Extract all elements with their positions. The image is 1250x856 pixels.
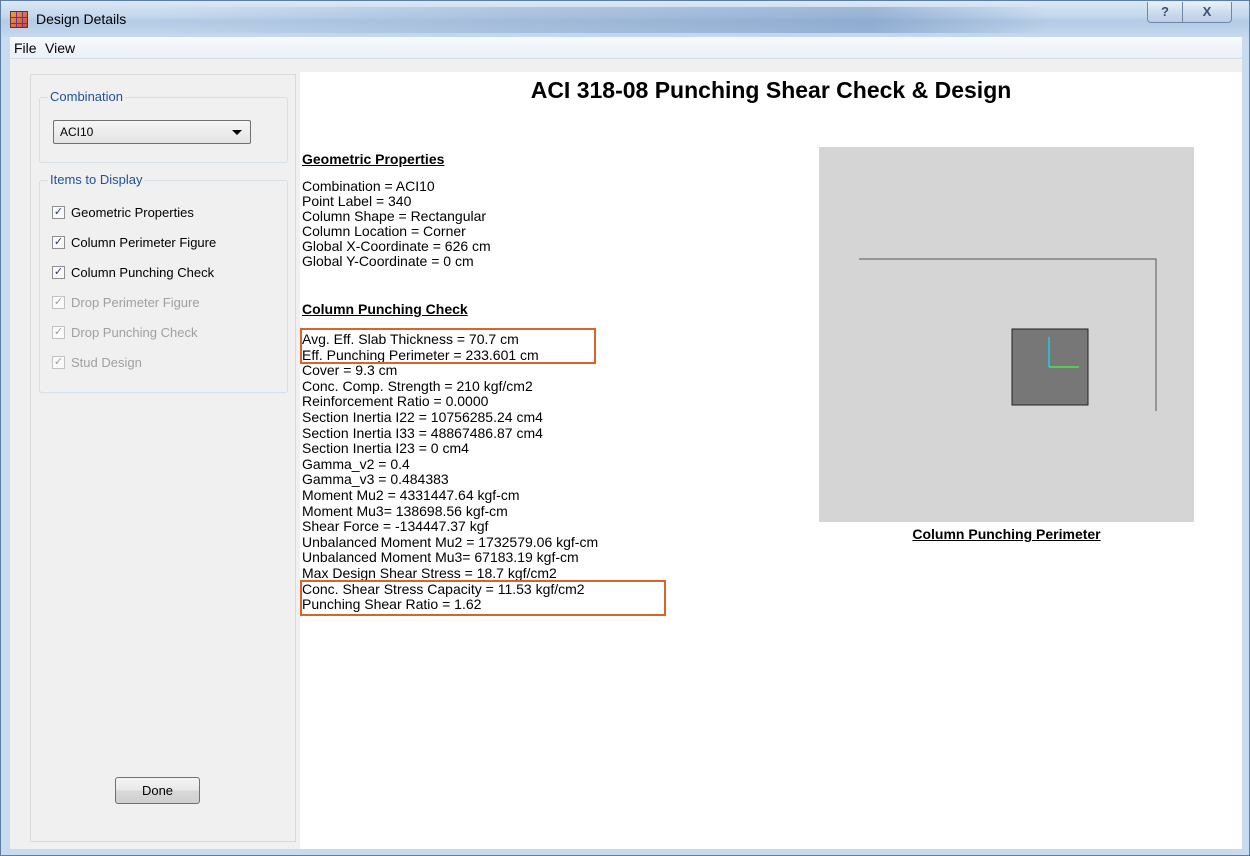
check-icon[interactable]: ✓ bbox=[52, 326, 65, 339]
window-title: Design Details bbox=[36, 11, 127, 27]
column-punching-check-heading: Column Punching Check bbox=[302, 301, 468, 317]
check-icon[interactable]: ✓ bbox=[52, 236, 65, 249]
checkbox-label: Column Perimeter Figure bbox=[71, 235, 217, 250]
geometric-property-line: Global X-Coordinate = 626 cm bbox=[302, 238, 491, 254]
combination-group: Combination ACI10 bbox=[39, 89, 288, 163]
chevron-down-icon bbox=[232, 130, 242, 135]
left-panel: Combination ACI10 Items to Display ✓ Geo… bbox=[30, 74, 296, 842]
geometric-property-line: Column Location = Corner bbox=[302, 223, 466, 239]
punching-check-line: Moment Mu3= 138698.56 kgf-cm bbox=[302, 502, 508, 519]
punching-check-line: Gamma_v3 = 0.484383 bbox=[302, 471, 449, 488]
report-panel: ACI 318-08 Punching Shear Check & Design… bbox=[300, 72, 1242, 849]
punching-check-line: Max Design Shear Stress = 18.7 kgf/cm2 bbox=[302, 565, 557, 581]
punching-check-line: Cover = 9.3 cm bbox=[302, 362, 398, 379]
check-icon[interactable]: ✓ bbox=[52, 266, 65, 279]
punching-check-line: Unbalanced Moment Mu3= 67183.19 kgf-cm bbox=[302, 549, 579, 566]
design-details-window: Design Details ? X File View Combination… bbox=[0, 0, 1250, 856]
menu-file[interactable]: File bbox=[14, 40, 37, 56]
punching-check-line: Moment Mu2 = 4331447.64 kgf-cm bbox=[302, 487, 520, 503]
report-title: ACI 318-08 Punching Shear Check & Design bbox=[530, 77, 1012, 103]
combination-dropdown[interactable]: ACI10 bbox=[53, 120, 251, 144]
checkbox-label: Column Punching Check bbox=[71, 265, 215, 280]
checkbox-label: Drop Perimeter Figure bbox=[71, 295, 200, 310]
help-button[interactable]: ? bbox=[1147, 2, 1183, 23]
check-icon[interactable]: ✓ bbox=[52, 356, 65, 369]
check-icon[interactable]: ✓ bbox=[52, 296, 65, 309]
menu-bar: File View bbox=[10, 37, 1242, 59]
perimeter-drawing bbox=[859, 258, 1157, 411]
combination-group-label: Combination bbox=[48, 89, 125, 104]
combination-value: ACI10 bbox=[60, 125, 94, 139]
highlight-box-thickness-perimeter bbox=[300, 328, 596, 364]
checkbox-label: Geometric Properties bbox=[71, 205, 194, 220]
checkbox-label: Drop Punching Check bbox=[71, 325, 198, 340]
punching-check-line: Section Inertia I22 = 10756285.24 cm4 bbox=[302, 409, 543, 425]
punching-check-line: Gamma_v2 = 0.4 bbox=[302, 455, 410, 472]
check-icon[interactable]: ✓ bbox=[52, 206, 65, 219]
punching-check-line: Section Inertia I33 = 48867486.87 cm4 bbox=[302, 424, 543, 441]
geometric-property-line: Combination = ACI10 bbox=[302, 178, 435, 194]
items-to-display-group: Items to Display ✓ Geometric Properties … bbox=[39, 172, 288, 393]
menu-view[interactable]: View bbox=[45, 40, 75, 56]
punching-check-line: Reinforcement Ratio = 0.0000 bbox=[302, 393, 489, 410]
done-button[interactable]: Done bbox=[115, 777, 200, 804]
geometric-property-line: Column Shape = Rectangular bbox=[302, 208, 487, 224]
punching-check-line: Shear Force = -134447.37 kgf bbox=[302, 518, 489, 535]
geometric-properties-heading: Geometric Properties bbox=[302, 151, 445, 167]
title-bar: Design Details ? X bbox=[1, 1, 1249, 37]
punching-perimeter-line bbox=[859, 258, 1157, 411]
punching-check-line: Conc. Comp. Strength = 210 kgf/cm2 bbox=[302, 377, 533, 394]
geometric-property-line: Global Y-Coordinate = 0 cm bbox=[302, 253, 474, 269]
client-area: Combination ACI10 Items to Display ✓ Geo… bbox=[10, 59, 1242, 849]
items-group-label: Items to Display bbox=[48, 172, 145, 187]
highlight-box-shear-stress bbox=[300, 580, 666, 616]
app-icon bbox=[10, 11, 28, 28]
title-bar-decoration bbox=[151, 7, 1051, 33]
checkbox-label: Stud Design bbox=[71, 355, 142, 370]
geometric-property-line: Point Label = 340 bbox=[302, 193, 412, 209]
punching-check-line: Unbalanced Moment Mu2 = 1732579.06 kgf-c… bbox=[302, 533, 599, 550]
column-punching-perimeter-figure bbox=[819, 147, 1194, 522]
punching-check-line: Section Inertia I23 = 0 cm4 bbox=[302, 440, 469, 457]
close-button[interactable]: X bbox=[1182, 2, 1232, 23]
figure-caption: Column Punching Perimeter bbox=[912, 526, 1101, 542]
